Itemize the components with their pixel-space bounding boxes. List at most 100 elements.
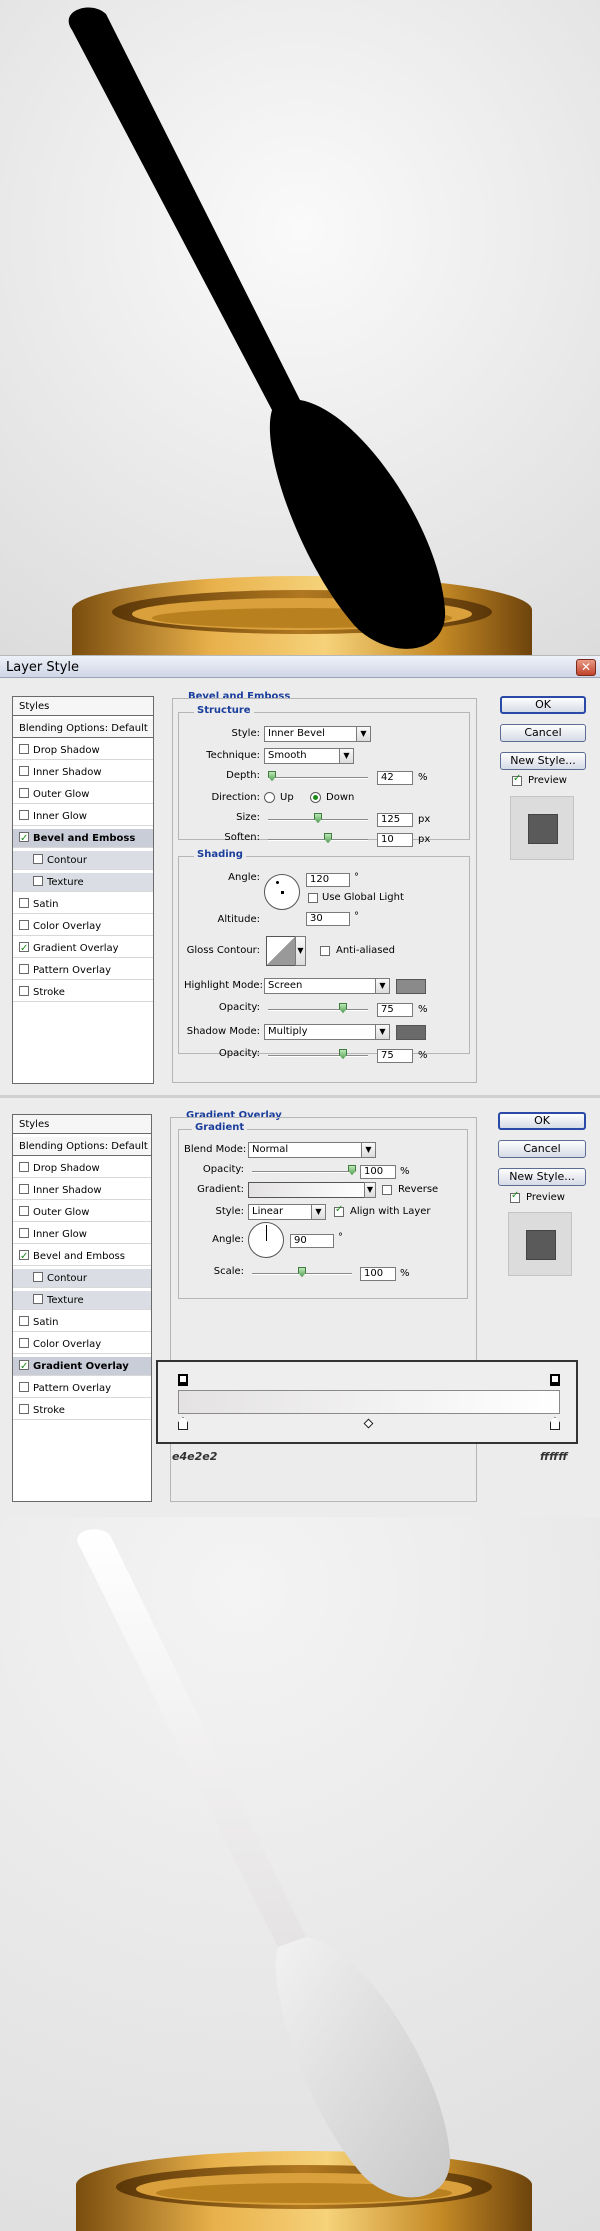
technique-select[interactable]: Smooth ▼ (264, 748, 354, 764)
highlight-color-swatch[interactable] (396, 979, 426, 994)
depth-slider[interactable] (268, 771, 368, 781)
gloss-contour-picker[interactable] (266, 936, 296, 966)
use-global-light-checkbox[interactable] (308, 893, 318, 903)
scale-slider[interactable] (252, 1267, 352, 1277)
altitude-field[interactable]: 30 (306, 912, 350, 926)
style-item-texture[interactable]: Texture (13, 1291, 151, 1310)
style-item-contour[interactable]: Contour (13, 1269, 151, 1288)
shadow-mode-select[interactable]: Multiply ▼ (264, 1024, 390, 1040)
style-checkbox[interactable] (19, 810, 29, 820)
style-checkbox[interactable] (19, 1247, 29, 1266)
style-checkbox[interactable] (19, 1338, 29, 1348)
style-checkbox[interactable] (19, 1382, 29, 1392)
style-checkbox[interactable] (19, 744, 29, 754)
style-item-stroke[interactable]: Stroke (13, 983, 153, 1002)
style-item-inner-shadow[interactable]: Inner Shadow (13, 763, 153, 782)
styles-header[interactable]: Styles (13, 697, 153, 716)
style-item-inner-glow[interactable]: Inner Glow (13, 1225, 151, 1244)
gradient-picker[interactable] (248, 1182, 366, 1198)
size-field[interactable]: 125 (377, 813, 413, 827)
direction-down-radio[interactable] (310, 792, 321, 803)
preview-checkbox[interactable] (510, 1190, 520, 1203)
ok-button[interactable]: OK (500, 696, 586, 714)
angle-field[interactable]: 120 (306, 873, 350, 887)
styles-header[interactable]: Styles (13, 1115, 151, 1134)
style-select[interactable]: Inner Bevel ▼ (264, 726, 371, 742)
gloss-contour-dropdown[interactable]: ▼ (295, 936, 306, 966)
style-item-outer-glow[interactable]: Outer Glow (13, 785, 153, 804)
style-checkbox[interactable] (19, 1162, 29, 1172)
style-checkbox[interactable] (19, 964, 29, 974)
depth-field[interactable]: 42 (377, 771, 413, 785)
style-item-pattern-overlay[interactable]: Pattern Overlay (13, 1379, 151, 1398)
blend-mode-select[interactable]: Normal ▼ (248, 1142, 376, 1158)
angle-dial[interactable] (264, 874, 300, 910)
highlight-mode-select[interactable]: Screen ▼ (264, 978, 390, 994)
preview-checkbox[interactable] (512, 773, 522, 786)
style-checkbox[interactable] (19, 1184, 29, 1194)
style-checkbox[interactable] (19, 1404, 29, 1414)
opacity-stop-right[interactable] (550, 1374, 560, 1386)
style-item-stroke[interactable]: Stroke (13, 1401, 151, 1420)
shadow-opacity-slider[interactable] (268, 1049, 368, 1059)
new-style-button[interactable]: New Style... (500, 752, 586, 770)
soften-slider[interactable] (268, 833, 368, 843)
cancel-button[interactable]: Cancel (498, 1140, 586, 1158)
style-checkbox[interactable] (19, 939, 29, 958)
style-checkbox[interactable] (33, 1272, 43, 1282)
style-checkbox[interactable] (19, 829, 29, 848)
direction-up-radio[interactable] (264, 792, 275, 803)
style-item-pattern-overlay[interactable]: Pattern Overlay (13, 961, 153, 980)
style-item-inner-shadow[interactable]: Inner Shadow (13, 1181, 151, 1200)
style-item-color-overlay[interactable]: Color Overlay (13, 1335, 151, 1354)
style-item-color-overlay[interactable]: Color Overlay (13, 917, 153, 936)
style-item-bevel-and-emboss[interactable]: Bevel and Emboss (13, 829, 153, 848)
angle-field[interactable]: 90 (290, 1234, 334, 1248)
style-item-satin[interactable]: Satin (13, 895, 153, 914)
gradient-midpoint[interactable] (363, 1418, 374, 1429)
align-with-layer-checkbox[interactable] (334, 1204, 344, 1217)
style-item-gradient-overlay[interactable]: Gradient Overlay (13, 1357, 151, 1376)
style-checkbox[interactable] (19, 898, 29, 908)
style-checkbox[interactable] (33, 1294, 43, 1304)
reverse-checkbox[interactable] (382, 1185, 392, 1195)
style-item-contour[interactable]: Contour (13, 851, 153, 870)
shadow-color-swatch[interactable] (396, 1025, 426, 1040)
opacity-field[interactable]: 100 (360, 1165, 396, 1179)
style-item-drop-shadow[interactable]: Drop Shadow (13, 1159, 151, 1178)
close-button[interactable]: ✕ (576, 659, 596, 676)
style-checkbox[interactable] (19, 1228, 29, 1238)
highlight-opacity-field[interactable]: 75 (377, 1003, 413, 1017)
style-item-inner-glow[interactable]: Inner Glow (13, 807, 153, 826)
anti-aliased-checkbox[interactable] (320, 946, 330, 956)
angle-dial[interactable] (248, 1222, 284, 1258)
opacity-stop-left[interactable] (178, 1374, 188, 1386)
style-checkbox[interactable] (33, 854, 43, 864)
style-item-drop-shadow[interactable]: Drop Shadow (13, 741, 153, 760)
blending-options-item[interactable]: Blending Options: Default (13, 1137, 151, 1156)
new-style-button[interactable]: New Style... (498, 1168, 586, 1186)
style-checkbox[interactable] (19, 986, 29, 996)
style-checkbox[interactable] (19, 920, 29, 930)
style-checkbox[interactable] (19, 1206, 29, 1216)
soften-field[interactable]: 10 (377, 833, 413, 847)
style-checkbox[interactable] (19, 766, 29, 776)
highlight-opacity-slider[interactable] (268, 1003, 368, 1013)
style-checkbox[interactable] (33, 876, 43, 886)
shadow-opacity-field[interactable]: 75 (377, 1049, 413, 1063)
scale-field[interactable]: 100 (360, 1267, 396, 1281)
gradient-dropdown[interactable]: ▼ (364, 1182, 376, 1198)
size-slider[interactable] (268, 813, 368, 823)
style-checkbox[interactable] (19, 1357, 29, 1376)
style-item-outer-glow[interactable]: Outer Glow (13, 1203, 151, 1222)
style-checkbox[interactable] (19, 788, 29, 798)
ok-button[interactable]: OK (498, 1112, 586, 1130)
blending-options-item[interactable]: Blending Options: Default (13, 719, 153, 738)
cancel-button[interactable]: Cancel (500, 724, 586, 742)
style-item-texture[interactable]: Texture (13, 873, 153, 892)
opacity-slider[interactable] (252, 1165, 356, 1175)
style-item-gradient-overlay[interactable]: Gradient Overlay (13, 939, 153, 958)
style-select[interactable]: Linear ▼ (248, 1204, 326, 1220)
style-item-bevel-and-emboss[interactable]: Bevel and Emboss (13, 1247, 151, 1266)
color-stop-left[interactable] (178, 1417, 188, 1430)
